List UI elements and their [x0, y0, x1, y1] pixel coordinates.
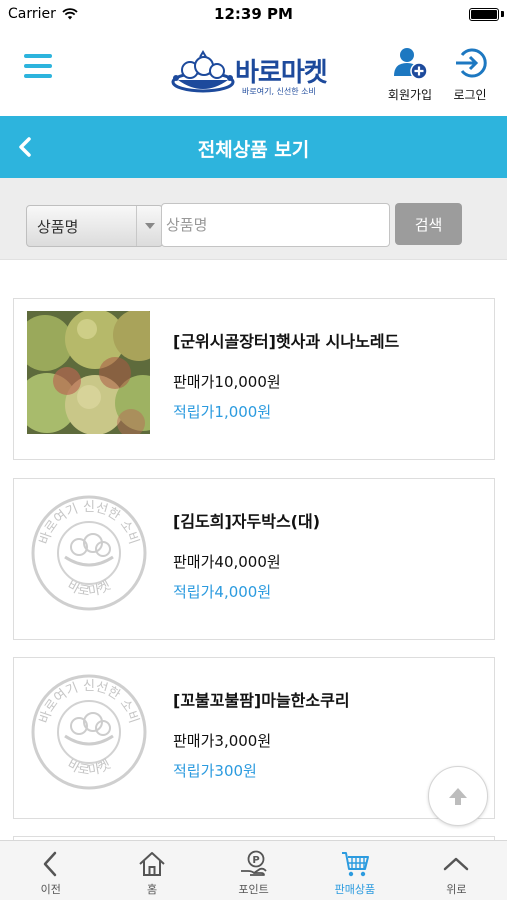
nav-label: 위로	[446, 883, 467, 896]
product-image-apples	[27, 311, 150, 434]
scroll-top-button[interactable]	[428, 766, 488, 826]
bottom-nav: 이전 홈 P 포인트 판매상품 위로	[0, 840, 507, 900]
product-name: [김도희]자두박스(대)	[173, 512, 321, 531]
signup-button[interactable]: 회원가입	[380, 46, 440, 103]
home-icon	[139, 852, 165, 876]
nav-item-products[interactable]: 판매상품	[304, 841, 405, 900]
nav-item-back[interactable]: 이전	[0, 841, 101, 900]
login-label: 로그인	[453, 88, 487, 102]
product-card[interactable]: [군위시골장터]햇사과 시나노레드 판매가10,000원 적립가1,000원	[13, 298, 495, 460]
logo-text: 바로마켓	[235, 58, 328, 88]
battery-tip	[501, 11, 504, 17]
search-input[interactable]	[161, 203, 390, 247]
search-type-value: 상품명	[37, 218, 79, 236]
svg-text:바로여기 신선한 소비: 바로여기 신선한 소비	[37, 500, 141, 546]
product-name: [군위시골장터]햇사과 시나노레드	[173, 332, 400, 351]
search-type-select[interactable]: 상품명	[26, 205, 163, 247]
svg-text:바로마켓: 바로마켓	[65, 578, 114, 599]
placeholder-stamp-image: 바로여기 신선한 소비 바로마켓	[27, 491, 150, 614]
nav-item-home[interactable]: 홈	[101, 841, 202, 900]
cart-icon	[341, 852, 369, 877]
login-icon	[456, 48, 487, 78]
signup-label: 회원가입	[387, 88, 433, 102]
user-add-icon	[394, 48, 428, 80]
arrow-up-icon	[449, 788, 467, 805]
chevron-left-icon	[43, 851, 56, 877]
status-bar: Carrier 12:39 PM	[0, 0, 507, 28]
page-title: 전체상품 보기	[197, 139, 310, 161]
logo[interactable]: 바로마켓 바로여기, 신선한 소비	[170, 50, 335, 100]
nav-item-top[interactable]: 위로	[406, 841, 507, 900]
product-points: 적립가1,000원	[173, 403, 272, 421]
login-button[interactable]: 로그인	[440, 46, 500, 103]
nav-label: 이전	[40, 883, 61, 896]
hamburger-menu-icon[interactable]	[24, 54, 52, 78]
nav-label: 홈	[147, 883, 158, 896]
logo-mark-icon	[171, 50, 235, 93]
app-header: 바로마켓 바로여기, 신선한 소비 회원가입 로그인	[0, 28, 507, 116]
battery-icon	[469, 8, 499, 21]
search-button[interactable]: 검색	[395, 203, 462, 245]
chevron-up-icon	[444, 857, 469, 871]
product-name: [꼬불꼬불팜]마늘한소쿠리	[173, 691, 350, 710]
logo-tagline: 바로여기, 신선한 소비	[242, 87, 316, 96]
svg-text:바로여기 신선한 소비: 바로여기 신선한 소비	[37, 679, 141, 725]
product-card[interactable]: 바로여기 신선한 소비 바로마켓 [꼬불꼬불팜]마늘한소쿠리 판매가3,000원…	[13, 657, 495, 819]
product-price: 판매가10,000원	[173, 373, 281, 391]
product-card[interactable]: 바로여기 신선한 소비 바로마켓 [김도희]자두박스(대) 판매가40,000원…	[13, 478, 495, 640]
svg-text:P: P	[252, 855, 259, 866]
nav-item-points[interactable]: P 포인트	[203, 841, 304, 900]
nav-label: 포인트	[238, 883, 269, 896]
status-time: 12:39 PM	[214, 5, 293, 23]
point-hand-icon: P	[240, 850, 267, 876]
product-price: 판매가3,000원	[173, 732, 272, 750]
search-bar: 상품명 검색	[0, 178, 507, 260]
placeholder-stamp-image: 바로여기 신선한 소비 바로마켓	[27, 670, 150, 793]
select-arrow-icon	[136, 206, 162, 246]
product-price: 판매가40,000원	[173, 553, 281, 571]
svg-text:바로마켓: 바로마켓	[65, 757, 114, 778]
title-bar: 전체상품 보기	[0, 116, 507, 178]
product-points: 적립가300원	[173, 762, 257, 780]
product-points: 적립가4,000원	[173, 583, 272, 601]
nav-label: 판매상품	[334, 883, 376, 896]
